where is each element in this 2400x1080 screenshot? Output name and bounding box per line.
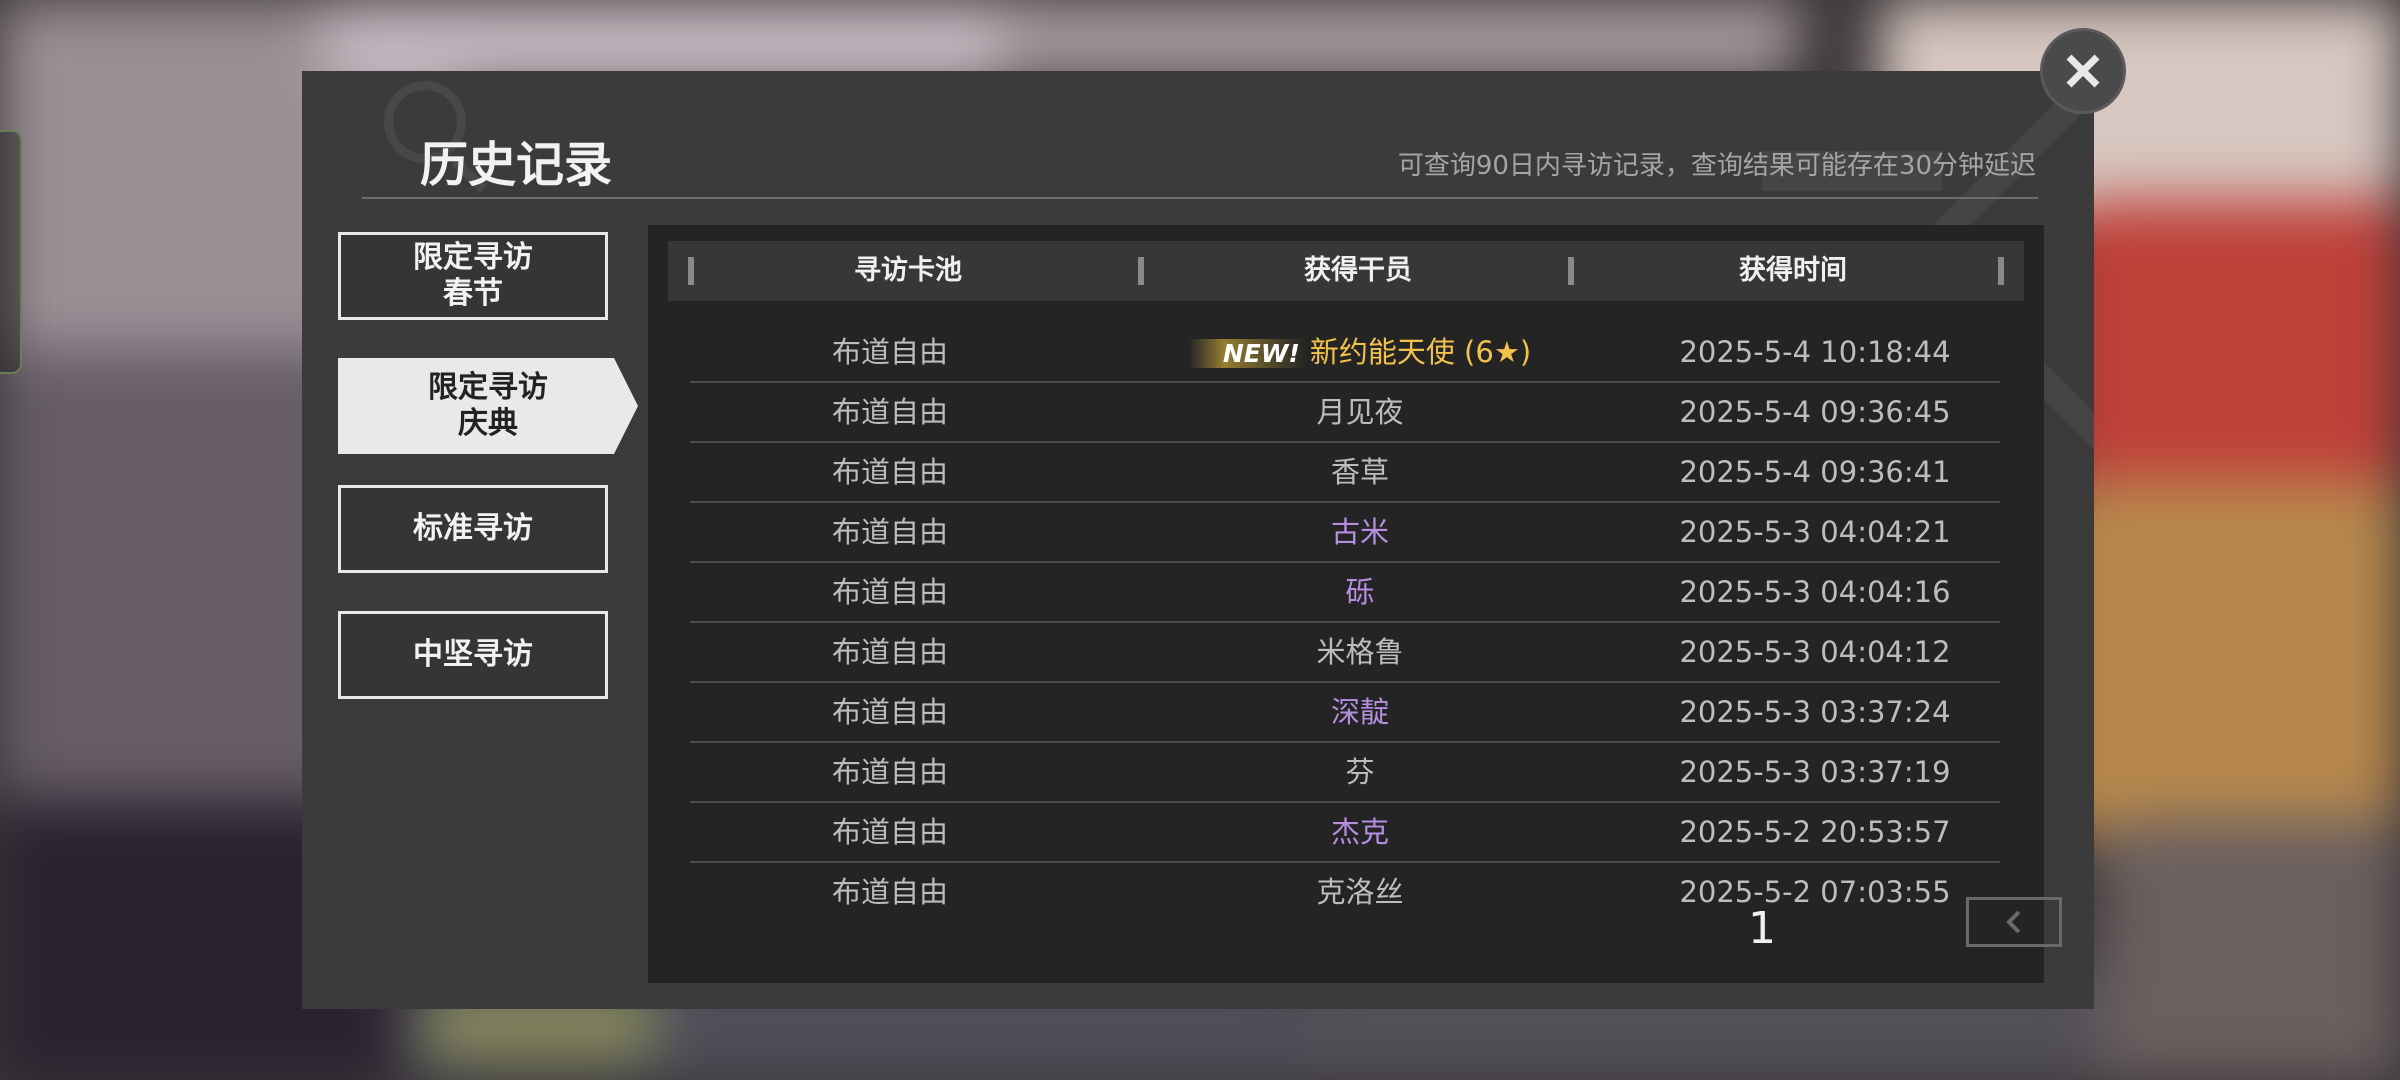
close-icon [2066, 54, 2100, 88]
table-row: 布道自由 米格鲁 2025-5-3 04:04:12 [690, 623, 2000, 683]
time-cell: 2025-5-2 07:03:55 [1679, 875, 1951, 909]
pool-cell: 布道自由 [831, 515, 948, 549]
page-title: 历史记录 [420, 137, 613, 193]
time-cell: 2025-5-3 04:04:16 [1679, 575, 1951, 609]
chevron-left-icon [2006, 910, 2021, 934]
pool-cell: 布道自由 [831, 815, 948, 849]
history-dialog: 历史记录 可查询90日内寻访记录，查询结果可能存在30分钟延迟 限定寻访 春节 … [302, 71, 2094, 1009]
table-row: 布道自由 月见夜 2025-5-4 09:36:45 [690, 383, 2000, 443]
table-row: 布道自由 古米 2025-5-3 04:04:21 [690, 503, 2000, 563]
column-separator [1138, 257, 1144, 285]
operator-name: 深靛 [1330, 695, 1389, 729]
pool-cell: 布道自由 [831, 635, 948, 669]
tab-standard[interactable]: 标准寻访 [338, 485, 608, 573]
table-row: 布道自由 砾 2025-5-3 04:04:16 [690, 563, 2000, 623]
query-hint: 可查询90日内寻访记录，查询结果可能存在30分钟延迟 [1397, 151, 2036, 181]
table-row: 布道自由 香草 2025-5-4 09:36:41 [690, 443, 2000, 503]
tab-label: 标准寻访 [413, 511, 533, 546]
operator-cell: 香草 [1100, 443, 1620, 501]
column-separator [688, 257, 694, 285]
operator-name: 芬 [1345, 755, 1375, 789]
operator-name: 月见夜 [1316, 395, 1404, 429]
operator-name: 克洛丝 [1316, 875, 1404, 909]
time-cell: 2025-5-2 20:53:57 [1679, 815, 1951, 849]
pool-cell: 布道自由 [831, 755, 948, 789]
operator-cell: 砾 [1100, 563, 1620, 621]
time-cell: 2025-5-4 10:18:44 [1679, 335, 1951, 369]
table-body: 布道自由 NEW! 新约能天使 (6★) 2025-5-4 10:18:44 布道自由月… [690, 323, 2000, 923]
time-cell: 2025-5-4 09:36:41 [1679, 455, 1951, 489]
operator-name: 杰克 [1330, 815, 1389, 849]
pool-cell: 布道自由 [831, 335, 948, 369]
tab-label: 限定寻访 春节 [413, 240, 533, 311]
tab-core[interactable]: 中坚寻访 [338, 611, 608, 699]
pool-cell: 布道自由 [831, 695, 948, 729]
operator-name: 砾 [1345, 575, 1375, 609]
tab-label: 中坚寻访 [413, 637, 533, 672]
operator-cell: 芬 [1100, 743, 1620, 801]
operator-name: 香草 [1330, 455, 1389, 489]
pool-cell: 布道自由 [831, 575, 948, 609]
operator-cell: NEW! 新约能天使 (6★) [1100, 323, 1620, 381]
operator-cell: 克洛丝 [1100, 863, 1620, 921]
prev-page-button[interactable] [1966, 897, 2062, 947]
column-header-time: 获得时间 [1739, 255, 1847, 286]
current-page-number: 1 [1748, 903, 1776, 954]
table-row: 布道自由 芬 2025-5-3 03:37:19 [690, 743, 2000, 803]
column-header-operator: 获得干员 [1304, 255, 1412, 286]
operator-cell: 古米 [1100, 503, 1620, 561]
history-table: 寻访卡池 获得干员 获得时间 布道自由 NEW! 新约能天使 (6★) 2025-5-… [648, 225, 2062, 983]
operator-cell: 深靛 [1100, 683, 1620, 741]
operator-cell: 米格鲁 [1100, 623, 1620, 681]
tab-label: 限定寻访 庆典 [428, 370, 548, 441]
tab-limited-celebration[interactable]: 限定寻访 庆典 [338, 358, 638, 454]
column-header-pool: 寻访卡池 [854, 255, 962, 286]
column-separator [1568, 257, 1574, 285]
operator-cell: 月见夜 [1100, 383, 1620, 441]
column-separator [1998, 257, 2004, 285]
pool-cell: 布道自由 [831, 395, 948, 429]
time-cell: 2025-5-3 04:04:21 [1679, 515, 1951, 549]
time-cell: 2025-5-3 03:37:19 [1679, 755, 1951, 789]
new-badge: NEW! [1188, 339, 1306, 368]
close-button[interactable] [2040, 28, 2126, 114]
table-row: 布道自由 杰克 2025-5-2 20:53:57 [690, 803, 2000, 863]
title-divider [362, 197, 2038, 199]
operator-cell: 杰克 [1100, 803, 1620, 861]
pool-cell: 布道自由 [831, 455, 948, 489]
time-cell: 2025-5-3 03:37:24 [1679, 695, 1951, 729]
operator-name: 古米 [1330, 515, 1389, 549]
operator-name: 米格鲁 [1316, 635, 1404, 669]
pool-cell: 布道自由 [831, 875, 948, 909]
tab-limited-spring-festival[interactable]: 限定寻访 春节 [338, 232, 608, 320]
time-cell: 2025-5-3 04:04:12 [1679, 635, 1951, 669]
side-panel-edge [0, 130, 22, 374]
time-cell: 2025-5-4 09:36:45 [1679, 395, 1951, 429]
table-header: 寻访卡池 获得干员 获得时间 [668, 241, 2024, 301]
table-row: 布道自由 NEW! 新约能天使 (6★) 2025-5-4 10:18:44 [690, 323, 2000, 383]
table-row: 布道自由 深靛 2025-5-3 03:37:24 [690, 683, 2000, 743]
operator-name: 新约能天使 (6★) [1309, 335, 1532, 369]
